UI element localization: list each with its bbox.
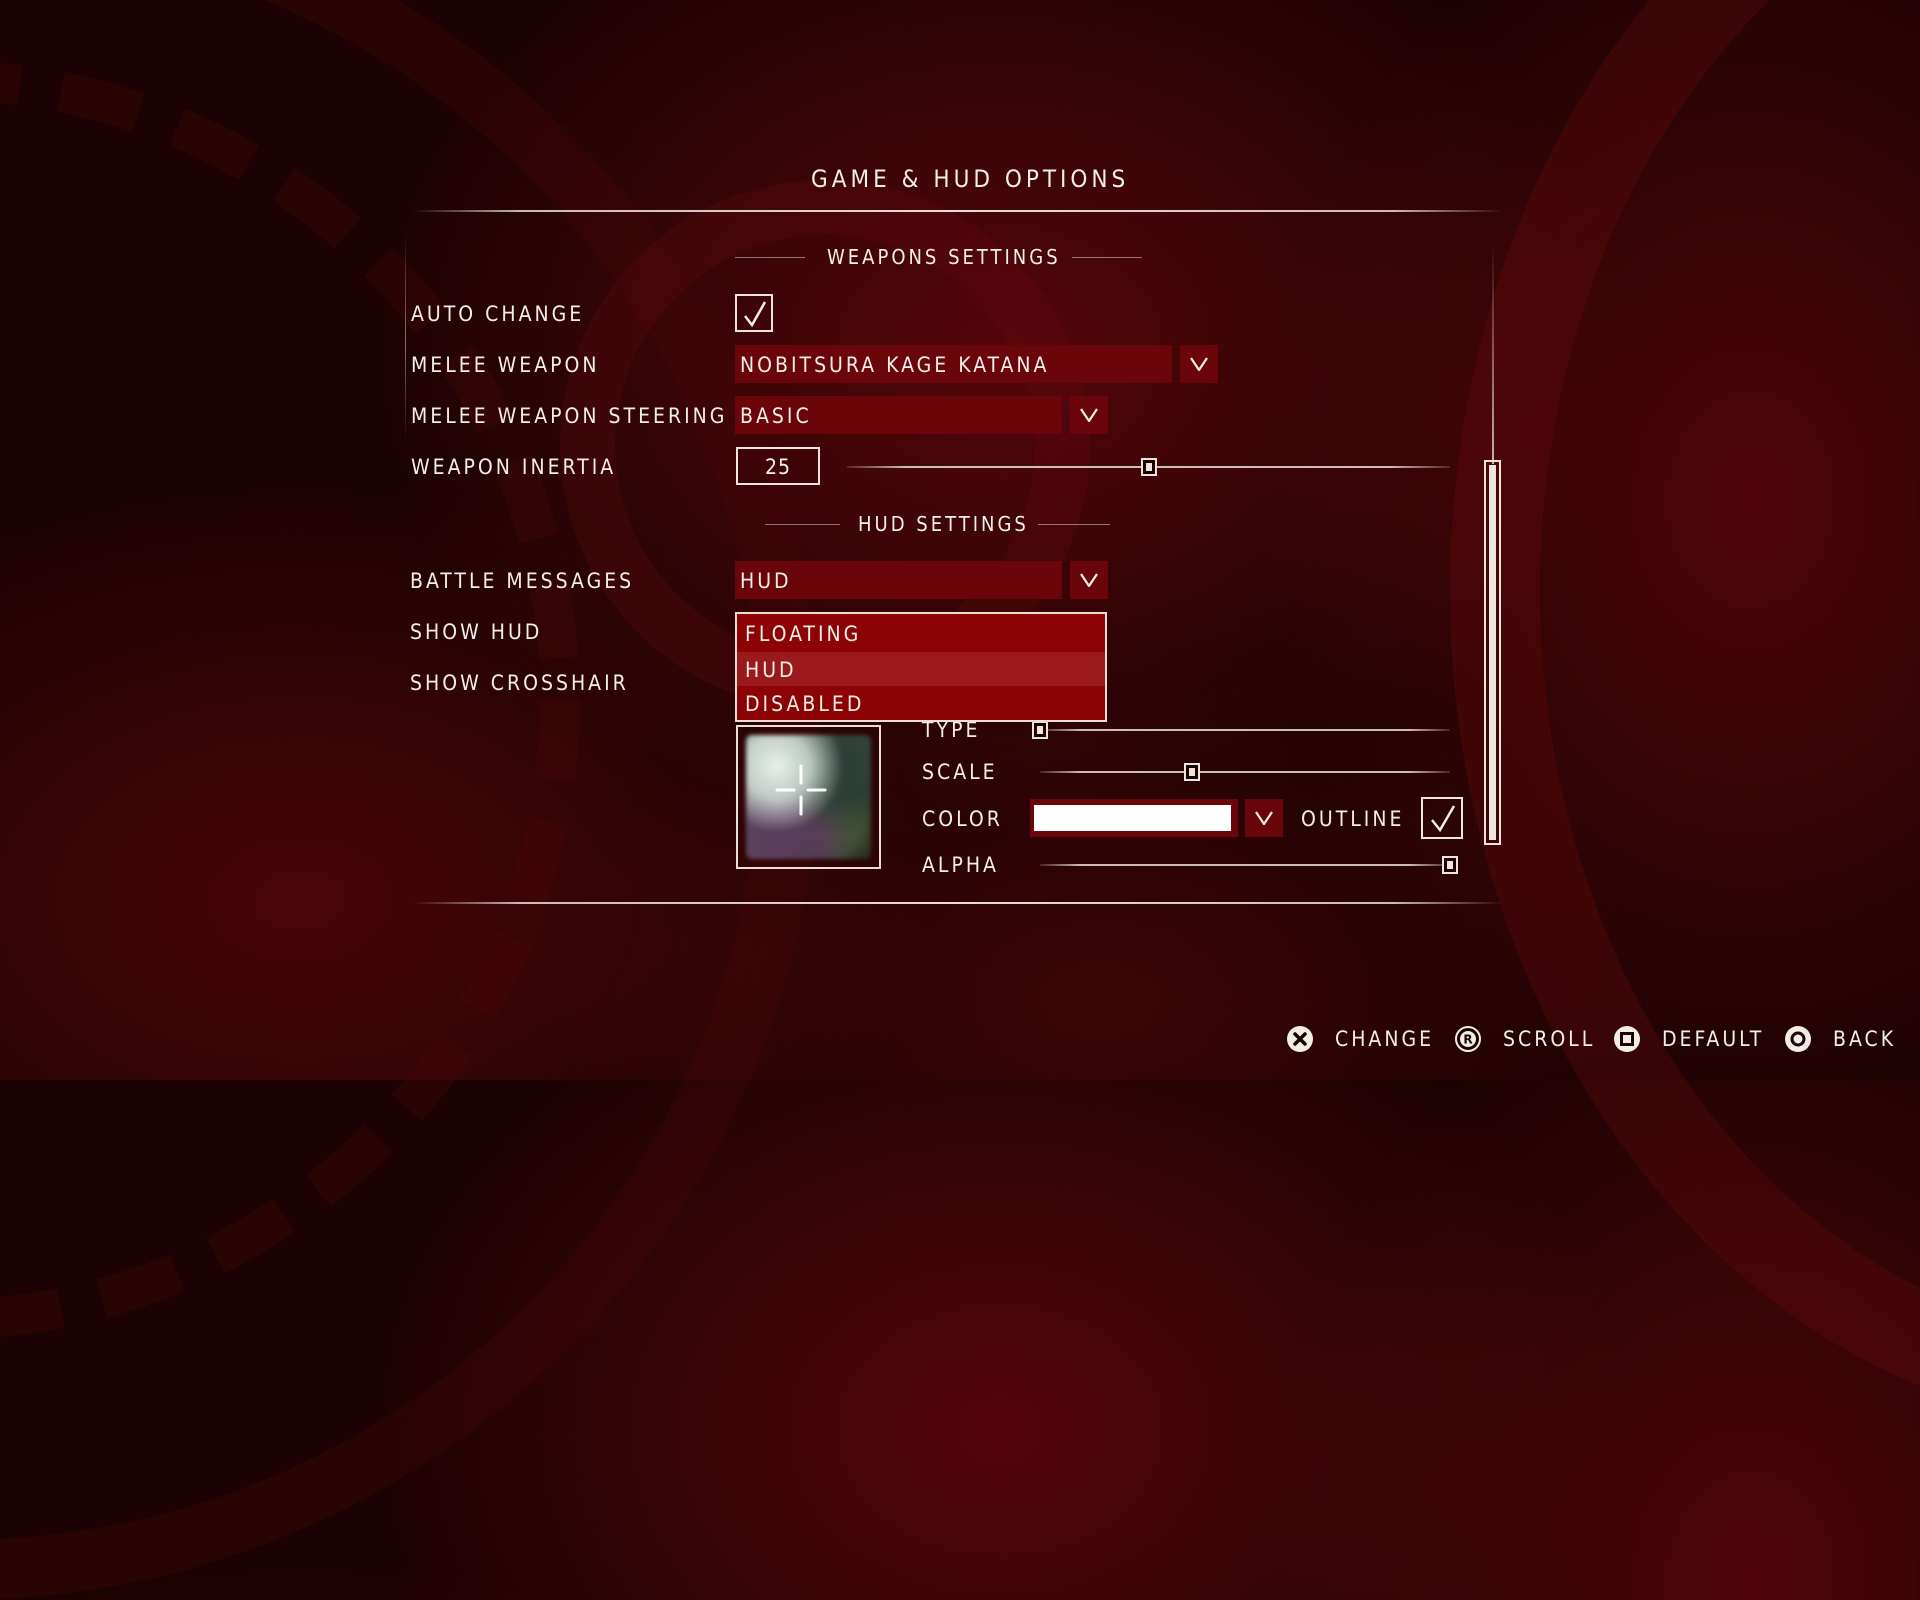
weapons-settings-header: WEAPONS SETTINGS: [827, 245, 1061, 269]
bottom-divider: [413, 902, 1503, 904]
top-divider: [413, 210, 1503, 212]
background-ornament: [1450, 0, 1920, 1430]
chevron-down-icon: [1080, 573, 1098, 587]
weapon-inertia-value-box[interactable]: 25: [736, 447, 820, 485]
left-frame-line: [405, 232, 406, 442]
melee-weapon-steering-label: MELEE WEAPON STEERING: [411, 404, 728, 428]
melee-weapon-steering-dropdown[interactable]: BASIC: [735, 396, 1062, 434]
crosshair-alpha-label: ALPHA: [922, 853, 999, 877]
footer-action-scroll[interactable]: R SCROLL: [1455, 1025, 1595, 1053]
option-label: FLOATING: [745, 622, 862, 646]
crosshair-icon: [775, 764, 827, 816]
battle-messages-label: BATTLE MESSAGES: [410, 569, 635, 593]
crosshair-scale-label: SCALE: [922, 760, 998, 784]
battle-messages-dropdown[interactable]: HUD: [735, 561, 1062, 599]
page-title: GAME & HUD OPTIONS: [811, 165, 1130, 193]
chevron-down-icon: [1190, 357, 1208, 371]
footer-action-change[interactable]: CHANGE: [1287, 1025, 1434, 1053]
option-label: HUD: [745, 658, 797, 682]
checkmark-icon: [744, 301, 767, 328]
battle-messages-dropdown-arrow[interactable]: [1070, 561, 1108, 599]
crosshair-outline-checkbox[interactable]: [1421, 797, 1463, 839]
melee-weapon-value: NOBITSURA KAGE KATANA: [740, 353, 1050, 377]
crosshair-color-label: COLOR: [922, 807, 1003, 831]
section-line-right: [1038, 524, 1110, 525]
square-button-icon: [1614, 1026, 1640, 1052]
checkmark-icon: [1431, 805, 1456, 833]
crosshair-color-dropdown[interactable]: [1030, 799, 1238, 837]
color-swatch: [1034, 805, 1231, 831]
background-ornament: [0, 0, 820, 1600]
section-line-left: [735, 257, 805, 258]
footer-label: DEFAULT: [1662, 1026, 1765, 1051]
footer-action-back[interactable]: BACK: [1785, 1025, 1896, 1053]
hud-settings-header: HUD SETTINGS: [858, 512, 1029, 536]
weapon-inertia-slider-thumb[interactable]: [1140, 458, 1157, 476]
melee-weapon-dropdown[interactable]: NOBITSURA KAGE KATANA: [735, 345, 1172, 383]
dropdown-option-hud[interactable]: HUD: [737, 652, 1105, 686]
melee-weapon-steering-dropdown-arrow[interactable]: [1070, 396, 1108, 434]
footer-action-default[interactable]: DEFAULT: [1614, 1025, 1764, 1053]
circle-button-icon: [1785, 1026, 1811, 1052]
weapon-inertia-label: WEAPON INERTIA: [411, 455, 617, 479]
battle-messages-options-list: FLOATING HUD DISABLED: [735, 612, 1107, 722]
dropdown-option-floating[interactable]: FLOATING: [737, 616, 1105, 650]
crosshair-alpha-slider-thumb[interactable]: [1442, 856, 1458, 874]
battle-messages-value: HUD: [740, 569, 792, 593]
dropdown-option-disabled[interactable]: DISABLED: [737, 686, 1105, 720]
crosshair-outline-label: OUTLINE: [1301, 807, 1405, 831]
section-line-left: [765, 524, 840, 525]
chevron-down-icon: [1080, 408, 1098, 422]
crosshair-alpha-slider-track[interactable]: [1040, 864, 1450, 866]
footer-label: CHANGE: [1335, 1026, 1435, 1051]
chevron-down-icon: [1255, 811, 1273, 825]
crosshair-scale-slider-track[interactable]: [1040, 771, 1450, 773]
crosshair-type-slider-thumb[interactable]: [1032, 721, 1048, 739]
cross-button-icon: [1287, 1026, 1313, 1052]
weapon-inertia-value: 25: [764, 455, 792, 479]
scrollbar-thumb[interactable]: [1484, 460, 1501, 845]
footer-label: SCROLL: [1503, 1026, 1596, 1051]
crosshair-type-label: TYPE: [922, 718, 981, 742]
section-line-right: [1072, 257, 1142, 258]
auto-change-label: AUTO CHANGE: [411, 302, 585, 326]
crosshair-scale-slider-thumb[interactable]: [1183, 763, 1200, 781]
crosshair-color-dropdown-arrow[interactable]: [1245, 799, 1283, 837]
crosshair-type-slider-track[interactable]: [1040, 729, 1450, 731]
auto-change-checkbox[interactable]: [735, 294, 773, 332]
show-hud-label: SHOW HUD: [410, 620, 543, 644]
melee-weapon-dropdown-arrow[interactable]: [1180, 345, 1218, 383]
background-ornament: [0, 60, 580, 1340]
footer-label: BACK: [1833, 1026, 1897, 1051]
show-crosshair-label: SHOW CROSSHAIR: [410, 671, 629, 695]
scrollbar-track[interactable]: [1492, 244, 1494, 464]
melee-weapon-steering-value: BASIC: [740, 404, 812, 428]
crosshair-preview: [736, 725, 881, 869]
right-stick-button-icon: R: [1455, 1026, 1481, 1052]
svg-text:R: R: [1463, 1033, 1472, 1047]
option-label: DISABLED: [745, 692, 865, 716]
melee-weapon-label: MELEE WEAPON: [411, 353, 600, 377]
